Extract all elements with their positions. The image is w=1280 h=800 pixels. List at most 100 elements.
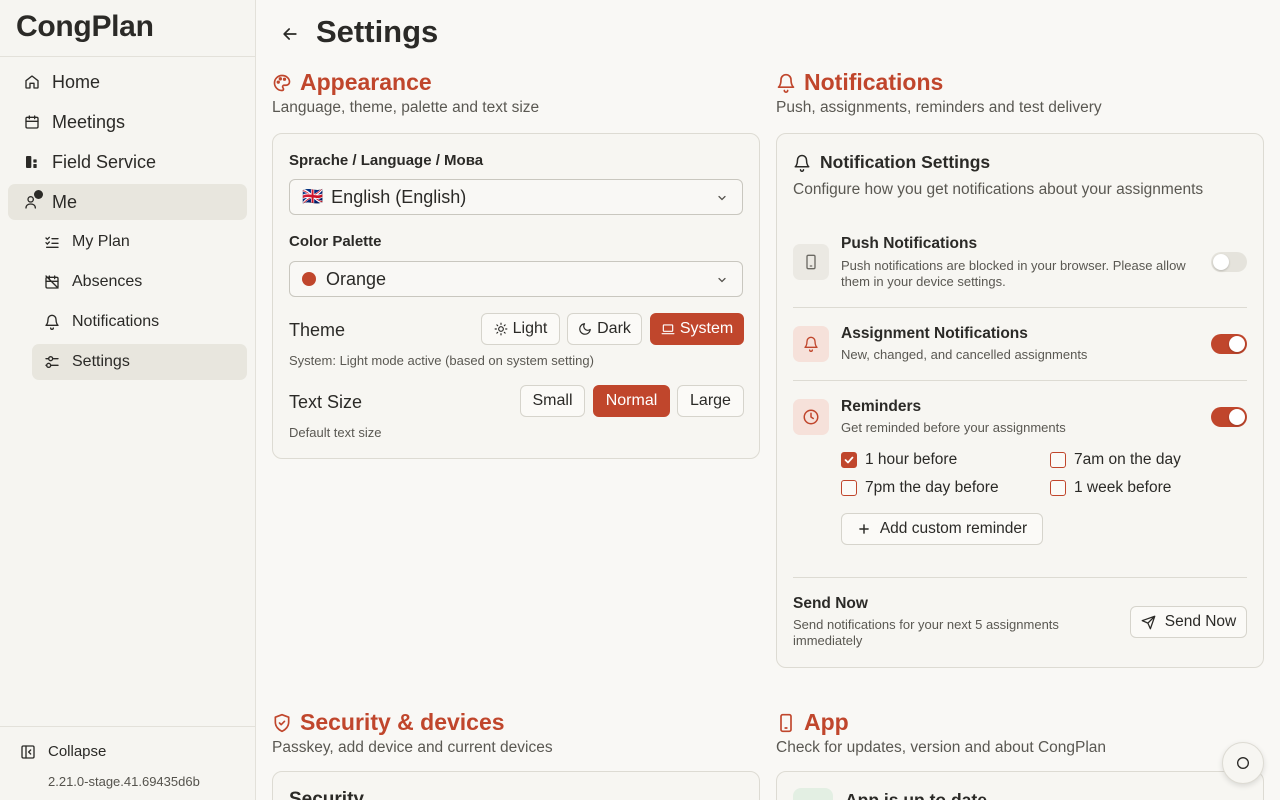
sidebar-item-label: My Plan <box>72 233 130 250</box>
section-subtitle: Passkey, add device and current devices <box>272 739 553 756</box>
divider <box>793 380 1247 381</box>
brand-logo[interactable]: CongPlan <box>16 10 154 44</box>
sidebar-item-label: Notifications <box>72 313 160 330</box>
sidebar-item-settings[interactable]: Settings <box>32 344 247 380</box>
sliders-icon <box>44 354 60 370</box>
reminder-option-7pm[interactable]: 7pm the day before <box>841 479 999 497</box>
push-title: Push Notifications <box>841 235 978 252</box>
sidebar-item-meetings[interactable]: Meetings <box>8 104 247 140</box>
language-select[interactable]: 🇬🇧 English (English) <box>289 179 743 215</box>
push-toggle[interactable] <box>1211 252 1247 272</box>
moon-icon <box>578 322 592 336</box>
theme-dark-button[interactable]: Dark <box>567 313 642 345</box>
chevron-down-icon <box>716 192 728 204</box>
toggle-knob <box>1213 254 1229 270</box>
card-title-text: Notification Settings <box>820 152 991 172</box>
theme-label: Theme <box>289 320 346 340</box>
push-description-line: them in your device settings. <box>841 274 1006 289</box>
text-size-large-button[interactable]: Large <box>677 385 744 417</box>
language-value: English (English) <box>331 186 467 207</box>
send-now-description-line: Send notifications for your next 5 assig… <box>793 617 1059 632</box>
notifications-heading: Notifications <box>776 69 943 96</box>
reminder-option-1-hour[interactable]: 1 hour before <box>841 451 957 469</box>
collapse-label: Collapse <box>48 743 107 760</box>
theme-option-label: Light <box>512 320 548 337</box>
sidebar-item-label: Absences <box>72 273 143 290</box>
sidebar-item-label: Me <box>52 191 78 212</box>
send-now-description: Send notifications for your next 5 assig… <box>793 617 1093 649</box>
section-subtitle: Check for updates, version and about Con… <box>776 739 1107 756</box>
assignment-description: New, changed, and cancelled assignments <box>841 347 1088 362</box>
section-title: App <box>804 709 849 735</box>
reminder-option-7am[interactable]: 7am on the day <box>1050 451 1181 469</box>
checkbox-label: 7pm the day before <box>865 479 999 496</box>
color-swatch <box>302 272 316 286</box>
reminder-option-1-week[interactable]: 1 week before <box>1050 479 1171 497</box>
version-label: 2.21.0-stage.41.69435d6b <box>48 774 200 789</box>
language-label: Sprache / Language / Мова <box>289 152 484 169</box>
theme-option-label: System <box>679 320 734 337</box>
checkbox[interactable] <box>1050 480 1066 496</box>
appearance-card: Sprache / Language / Мова 🇬🇧 English (En… <box>272 133 760 459</box>
sidebar-item-notifications[interactable]: Notifications <box>32 304 247 340</box>
toggle-knob <box>1229 336 1245 352</box>
send-now-title: Send Now <box>793 595 868 612</box>
user-icon <box>24 190 43 210</box>
theme-system-button[interactable]: System <box>650 313 744 345</box>
section-title: Appearance <box>300 69 432 95</box>
divider <box>0 56 255 57</box>
floating-help-button[interactable] <box>1222 742 1264 784</box>
laptop-icon <box>661 322 675 336</box>
checkbox[interactable] <box>841 480 857 496</box>
palette-label: Color Palette <box>289 233 382 250</box>
toggle-knob <box>1229 409 1245 425</box>
palette-select[interactable]: Orange <box>289 261 743 297</box>
text-size-hint: Default text size <box>289 425 382 440</box>
checkbox[interactable] <box>1050 452 1066 468</box>
sidebar: CongPlan Home Meetings Field Service Me … <box>0 0 256 800</box>
notification-settings-card: Notification Settings Configure how you … <box>776 133 1264 668</box>
bell-icon <box>793 154 811 172</box>
section-title: Notifications <box>804 69 944 95</box>
smartphone-icon <box>776 713 796 733</box>
text-size-normal-button[interactable]: Normal <box>593 385 670 417</box>
assignment-title: Assignment Notifications <box>841 325 1028 342</box>
assignment-toggle[interactable] <box>1211 334 1247 354</box>
section-subtitle: Push, assignments, reminders and test de… <box>776 99 1102 116</box>
add-custom-reminder-button[interactable]: Add custom reminder <box>841 513 1043 545</box>
card-title: App is up to date <box>845 790 987 800</box>
collapse-button[interactable]: Collapse <box>20 743 106 760</box>
theme-hint: System: Light mode active (based on syst… <box>289 353 594 368</box>
smartphone-icon <box>806 254 816 270</box>
divider <box>793 577 1247 578</box>
app-card: App is up to date <box>776 771 1264 800</box>
reminders-toggle[interactable] <box>1211 407 1247 427</box>
panel-collapse-icon <box>20 744 36 760</box>
assignment-icon-box <box>793 326 829 362</box>
text-size-small-button[interactable]: Small <box>520 385 585 417</box>
palette-icon <box>272 73 292 93</box>
page-title: Settings <box>316 14 439 49</box>
checkbox-label: 1 hour before <box>865 451 958 468</box>
divider <box>0 726 255 727</box>
checkbox-label: 1 week before <box>1074 479 1172 496</box>
reminders-icon-box <box>793 399 829 435</box>
checkbox[interactable] <box>841 452 857 468</box>
theme-light-button[interactable]: Light <box>481 313 560 345</box>
clock-icon <box>803 409 819 425</box>
bell-icon <box>776 73 796 93</box>
app-heading: App <box>776 709 849 736</box>
sidebar-item-absences[interactable]: Absences <box>32 264 247 300</box>
sidebar-item-my-plan[interactable]: My Plan <box>32 224 247 260</box>
calendar-off-icon <box>44 274 60 290</box>
reminders-description: Get reminded before your assignments <box>841 420 1066 435</box>
sidebar-item-me[interactable]: Me <box>8 184 247 220</box>
sidebar-item-field-service[interactable]: Field Service <box>8 144 247 180</box>
back-button[interactable] <box>280 24 300 44</box>
circle-icon <box>1237 757 1249 769</box>
send-now-button[interactable]: Send Now <box>1130 606 1247 638</box>
section-subtitle: Language, theme, palette and text size <box>272 99 540 116</box>
notification-dot <box>34 190 43 199</box>
sidebar-item-home[interactable]: Home <box>8 64 247 100</box>
sidebar-item-label: Home <box>52 71 101 92</box>
